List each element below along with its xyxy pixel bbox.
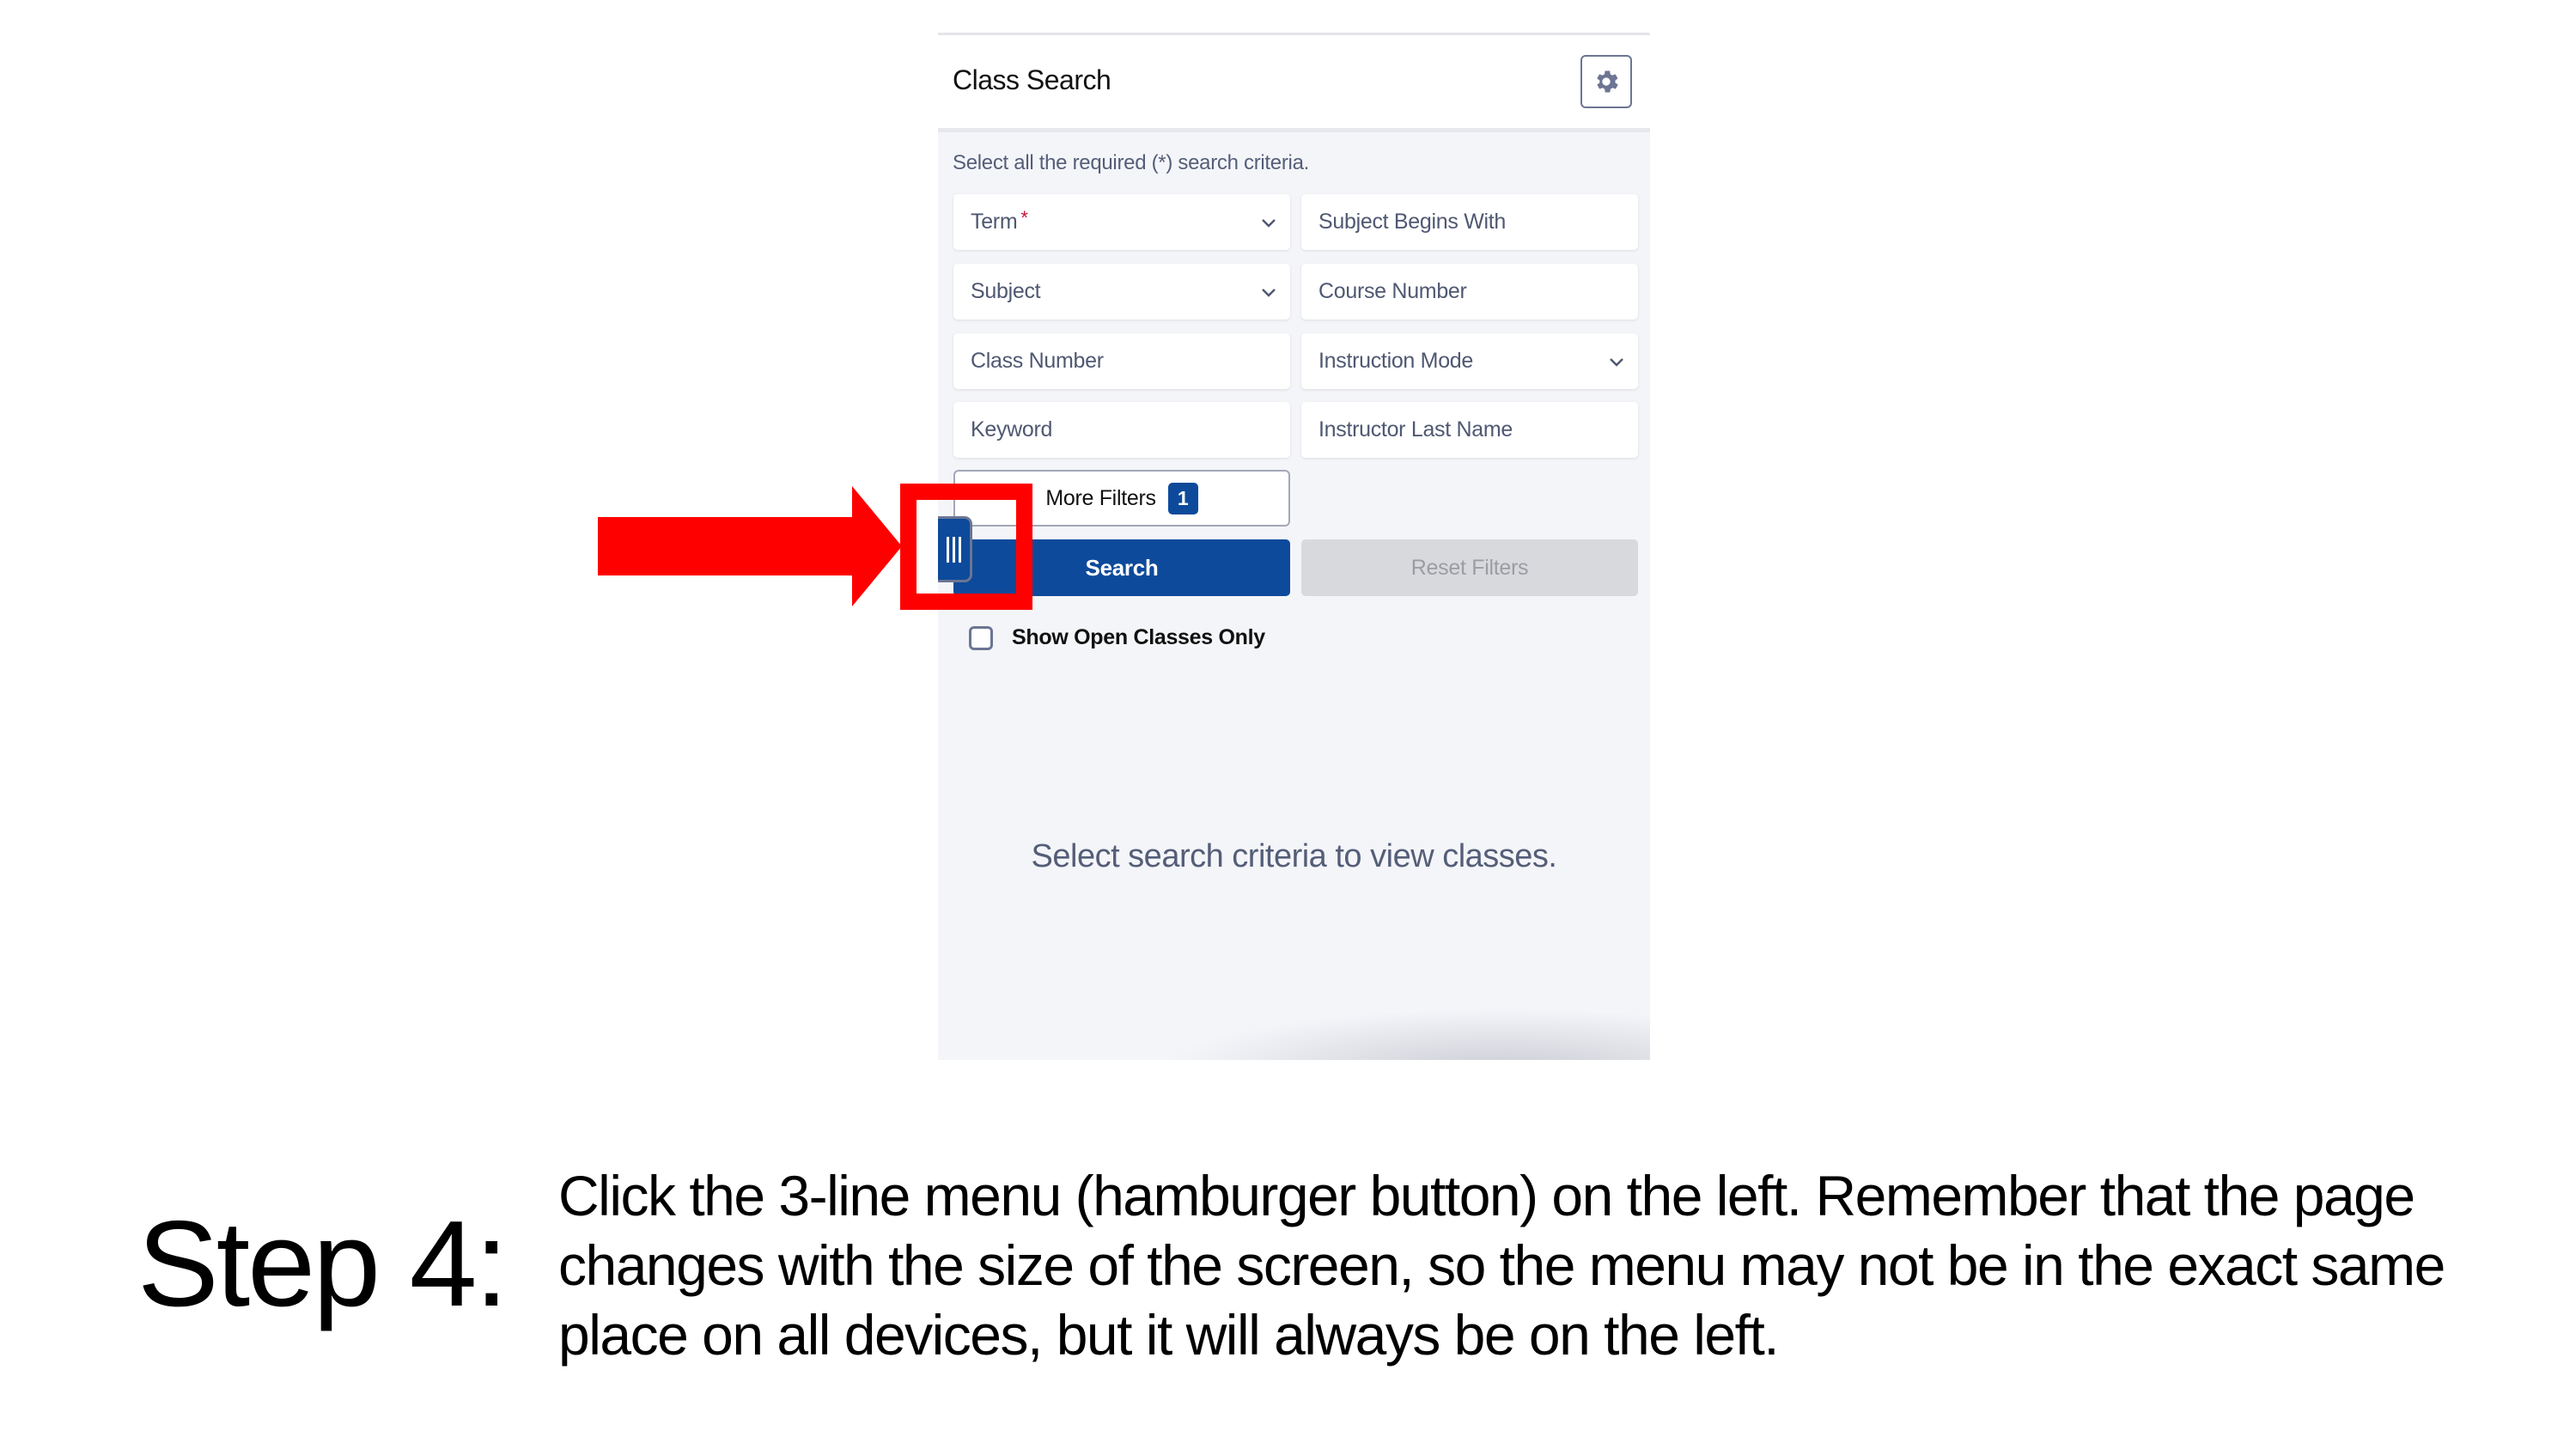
subject-begins-with-input[interactable]: Subject Begins With <box>1301 194 1638 250</box>
class-search-panel: Class Search Select all the required (*)… <box>938 33 1650 1060</box>
show-open-classes-checkbox[interactable] <box>969 625 993 650</box>
class-number-placeholder: Class Number <box>971 349 1104 373</box>
required-marker: * <box>1020 206 1028 228</box>
more-filters-label: More Filters <box>1045 485 1156 510</box>
term-dropdown[interactable]: Term * <box>953 194 1290 250</box>
course-number-input[interactable]: Course Number <box>1301 264 1638 320</box>
chevron-down-icon <box>1610 358 1623 367</box>
show-open-classes-label: Show Open Classes Only <box>1012 625 1265 649</box>
instruction-mode-label: Instruction Mode <box>1318 349 1474 373</box>
page-title: Class Search <box>953 64 1111 95</box>
instructor-last-name-input[interactable]: Instructor Last Name <box>1301 402 1638 458</box>
step-instructions: Click the 3-line menu (hamburger button)… <box>558 1161 2534 1370</box>
empty-results-message: Select search criteria to view classes. <box>1031 838 1557 874</box>
filter-count-badge: 1 <box>1167 482 1198 514</box>
subject-begins-with-placeholder: Subject Begins With <box>1318 210 1507 234</box>
gear-icon <box>1597 70 1618 93</box>
chevron-down-icon <box>1262 219 1276 228</box>
show-open-classes-option[interactable]: Show Open Classes Only <box>969 625 1265 650</box>
red-arrow-annotation <box>598 486 902 606</box>
keyword-placeholder: Keyword <box>971 417 1053 441</box>
term-label: Term <box>971 210 1018 234</box>
arrow-shape <box>598 486 902 606</box>
subject-dropdown[interactable]: Subject <box>953 264 1290 320</box>
instructor-last-name-placeholder: Instructor Last Name <box>1318 417 1513 441</box>
chevron-down-icon <box>1262 289 1276 297</box>
red-highlight-box <box>900 484 1032 610</box>
keyword-input[interactable]: Keyword <box>953 402 1290 458</box>
step-text-emphasis: 3-line menu (hamburger button) <box>778 1164 1538 1227</box>
subject-label: Subject <box>971 279 1041 303</box>
step-text-prefix: Click the <box>558 1164 779 1227</box>
class-number-input[interactable]: Class Number <box>953 333 1290 389</box>
step-label: Step 4: <box>137 1196 509 1332</box>
course-number-placeholder: Course Number <box>1318 279 1467 303</box>
bottom-shadow <box>1161 1008 1650 1060</box>
reset-filters-button[interactable]: Reset Filters <box>1301 539 1638 596</box>
settings-button[interactable] <box>1580 55 1632 108</box>
search-instruction: Select all the required (*) search crite… <box>953 151 1309 174</box>
instruction-mode-dropdown[interactable]: Instruction Mode <box>1301 333 1638 389</box>
panel-header: Class Search <box>938 35 1650 132</box>
